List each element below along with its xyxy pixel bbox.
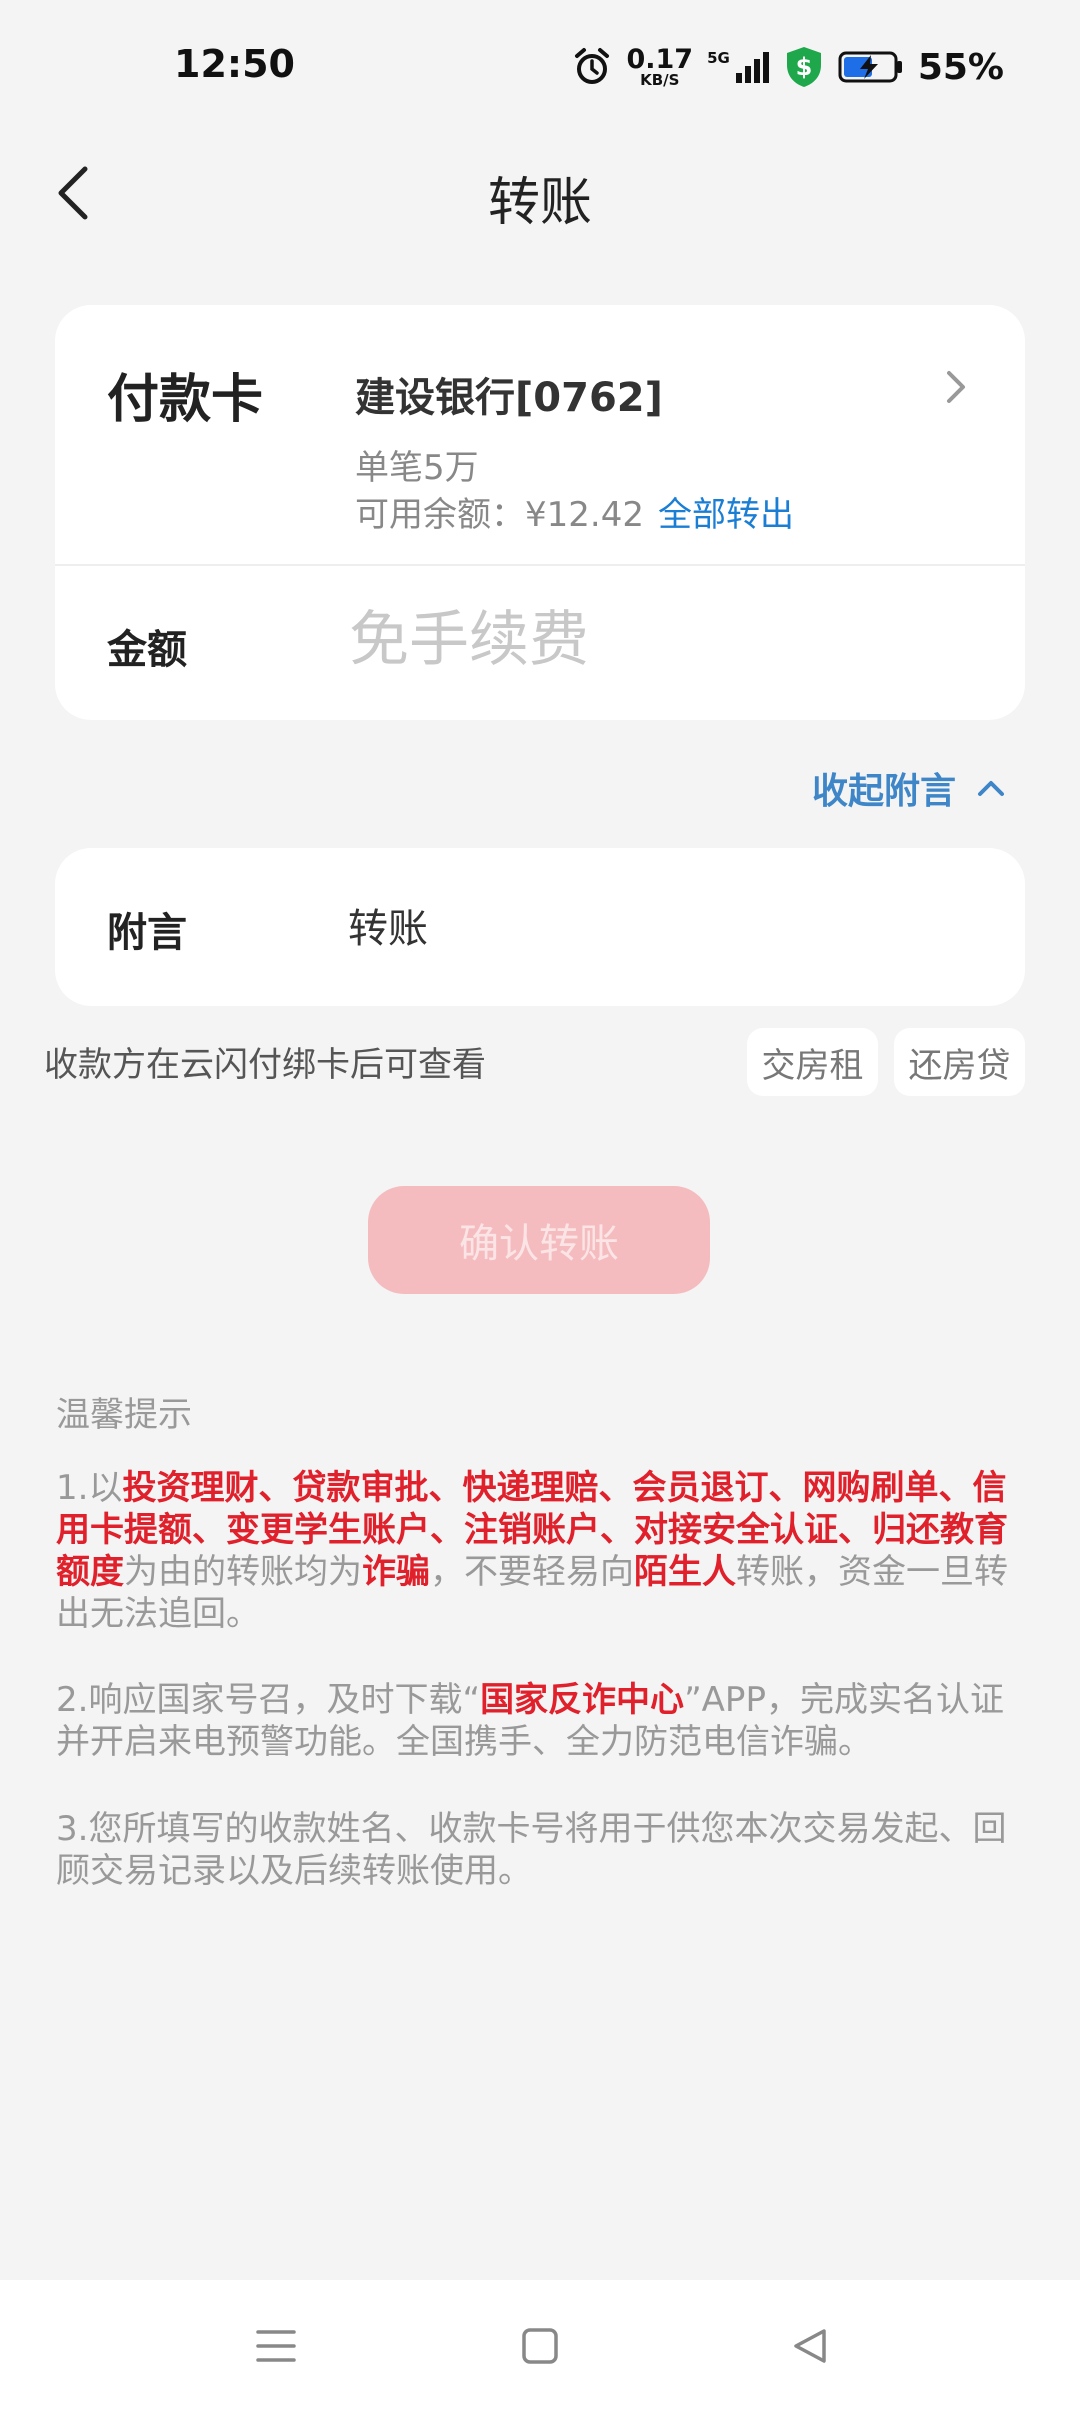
tip-1: 1.以投资理财、贷款审批、快递理赔、会员退订、网购刷单、信用卡提额、变更学生账户…	[56, 1467, 1028, 1635]
signal-bars-icon	[735, 52, 769, 83]
home-square-icon	[522, 2328, 558, 2364]
back-triangle-icon	[794, 2329, 826, 2363]
tip-1-highlight: 陌生人	[634, 1552, 736, 1592]
tip-2: 2.响应国家号召，及时下载“国家反诈中心”APP，完成实名认证并开启来电预警功能…	[56, 1679, 1028, 1763]
payment-card-panel: 付款卡 建设银行[0762] 单笔5万 可用余额：¥12.42 全部转出 金额	[55, 305, 1025, 720]
chip-repay-mortgage[interactable]: 还房贷	[894, 1028, 1025, 1096]
tip-1-text: 1.以	[56, 1468, 123, 1508]
tip-2-highlight: 国家反诈中心	[480, 1680, 685, 1720]
cellular-signal: 5G	[707, 49, 770, 85]
balance-row: 可用余额：¥12.42 全部转出	[355, 487, 794, 536]
tip-1-highlight: 诈骗	[362, 1552, 430, 1592]
memo-note: 收款方在云闪付绑卡后可查看	[44, 1045, 486, 1085]
net-speed-value: 0.17	[626, 44, 694, 75]
security-shield-icon: $	[786, 47, 821, 87]
chip-pay-rent[interactable]: 交房租	[747, 1028, 878, 1096]
nav-home-button[interactable]	[508, 2314, 572, 2378]
header: 转账	[0, 150, 1080, 240]
tip-3: 3.您所填写的收款姓名、收款卡号将用于供您本次交易发起、回顾交易记录以及后续转账…	[56, 1809, 1007, 1891]
nav-back-button[interactable]	[778, 2314, 842, 2378]
status-icons: 0.17 KB/S 5G $ 55%	[572, 42, 1004, 92]
nav-menu-button[interactable]	[244, 2314, 308, 2378]
chevron-up-icon	[978, 781, 1004, 796]
alarm-icon	[575, 48, 610, 84]
transfer-limit: 单笔5万	[355, 448, 479, 488]
divider	[55, 564, 1025, 566]
memo-input[interactable]: 转账	[348, 896, 428, 954]
battery-charging-icon	[838, 51, 902, 83]
tip-2-text: 2.响应国家号召，及时下载“	[56, 1680, 481, 1720]
available-balance: 可用余额：¥12.42	[355, 495, 644, 535]
chevron-right-icon[interactable]	[935, 367, 975, 407]
menu-icon	[256, 2330, 296, 2362]
collapse-memo-toggle[interactable]: 收起附言	[812, 762, 1006, 814]
confirm-transfer-button[interactable]: 确认转账	[368, 1186, 710, 1294]
transfer-page: 12:50 0.17 KB/S 5G $ 55% 转账 付款卡 建设银行[076…	[0, 0, 1080, 2412]
network-type: 5G	[707, 49, 730, 67]
memo-label: 附言	[107, 910, 187, 956]
amount-label: 金额	[107, 627, 187, 673]
payment-card-label: 付款卡	[107, 370, 264, 430]
svg-text:$: $	[795, 53, 812, 81]
bank-name: 建设银行[0762]	[355, 375, 663, 421]
status-bar: 12:50 0.17 KB/S 5G $ 55%	[0, 0, 1080, 130]
net-speed-unit: KB/S	[640, 71, 680, 89]
system-nav-bar	[0, 2280, 1080, 2412]
net-speed: 0.17 KB/S	[626, 46, 693, 88]
amount-input[interactable]	[347, 595, 967, 685]
transfer-all-link[interactable]: 全部转出	[658, 495, 794, 535]
battery-percent: 55%	[917, 46, 1004, 88]
tip-1-text: 为由的转账均为	[124, 1552, 362, 1592]
status-time: 12:50	[174, 42, 295, 86]
tip-1-text: ，不要轻易向	[430, 1552, 634, 1592]
collapse-memo-label: 收起附言	[811, 771, 956, 812]
tips-title: 温馨提示	[56, 1395, 192, 1435]
page-title: 转账	[487, 173, 592, 233]
memo-panel: 附言 转账	[55, 848, 1025, 1006]
